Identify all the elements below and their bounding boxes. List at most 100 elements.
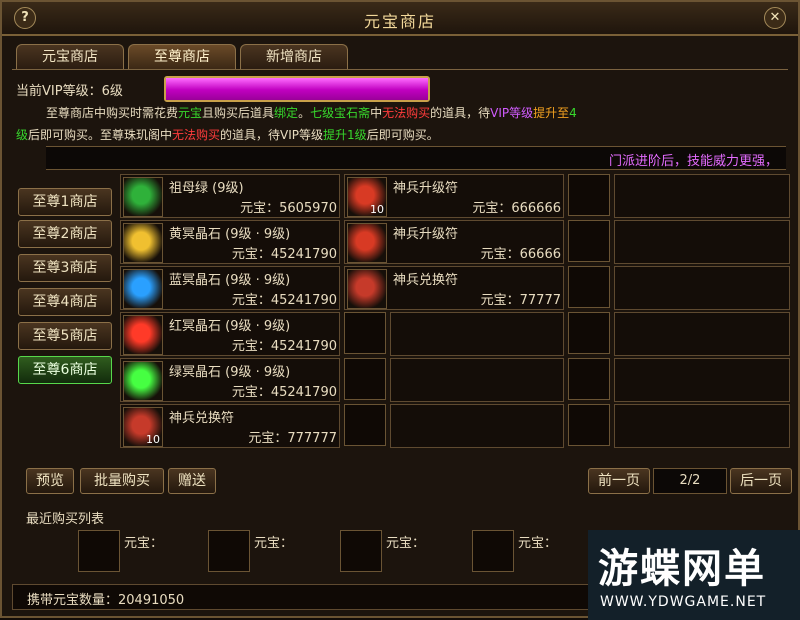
scroll-icon: 10 xyxy=(123,407,163,447)
vip-progress-fill xyxy=(166,78,428,100)
info-line-1: 至尊商店中购买时需花费元宝且购买后道具绑定。七级宝石斋中无法购买的道具，待VIP… xyxy=(46,104,577,121)
title-bar: ? 元宝商店 ✕ xyxy=(2,2,798,36)
green-crystal-icon xyxy=(123,361,163,401)
empty-item-area xyxy=(390,358,564,402)
flame-icon: 10 xyxy=(347,177,387,217)
scrolling-banner: 门派进阶后，技能威力更强， xyxy=(46,146,786,170)
empty-item-slot xyxy=(568,312,610,354)
bulk-buy-button[interactable]: 批量购买 xyxy=(80,468,164,494)
blue-crystal-icon xyxy=(123,269,163,309)
item-name: 绿冥晶石 (9级 · 9级) xyxy=(169,365,291,380)
gift-button[interactable]: 赠送 xyxy=(168,468,216,494)
item-card[interactable]: 绿冥晶石 (9级 · 9级) 元宝：45241790 xyxy=(120,358,340,402)
empty-item-slot xyxy=(344,404,386,446)
empty-item-slot xyxy=(568,404,610,446)
vip-level-label: 当前VIP等级：6级 xyxy=(16,84,123,99)
item-price: 元宝：45241790 xyxy=(231,247,337,262)
page-indicator: 2/2 xyxy=(653,468,727,494)
info-vip: VIP等级 xyxy=(490,106,534,120)
prev-page-button[interactable]: 前一页 xyxy=(588,468,650,494)
tab-yuanbao-shop[interactable]: 元宝商店 xyxy=(16,44,124,70)
empty-item-slot xyxy=(568,174,610,216)
item-card[interactable]: 神兵升级符元宝：66666 xyxy=(344,220,564,264)
info-text: 。 xyxy=(298,106,311,120)
empty-item-slot xyxy=(344,312,386,354)
next-page-button[interactable]: 后一页 xyxy=(730,468,792,494)
side-shop-5-button[interactable]: 至尊5商店 xyxy=(18,322,112,350)
item-card[interactable]: 祖母绿 (9级) 元宝：5605970 xyxy=(120,174,340,218)
tab-new-shop[interactable]: 新增商店 xyxy=(240,44,348,70)
side-shop-4-button[interactable]: 至尊4商店 xyxy=(18,288,112,316)
empty-item-slot xyxy=(568,220,610,262)
recent-item-slot xyxy=(340,530,382,572)
info-highlight: 4 xyxy=(569,106,577,120)
item-name: 神兵兑换符 xyxy=(169,411,235,426)
item-count: 10 xyxy=(370,203,384,216)
tab-supreme-shop[interactable]: 至尊商店 xyxy=(128,44,236,70)
recent-item-slot xyxy=(472,530,514,572)
empty-item-area xyxy=(614,358,790,402)
item-name: 神兵升级符 xyxy=(393,181,459,196)
info-text: 的道具，待VIP等级 xyxy=(220,128,324,142)
info-text: 后即可购买。至尊珠玑阁中 xyxy=(28,128,173,142)
info-highlight: 级 xyxy=(16,128,29,142)
empty-item-area xyxy=(614,312,790,356)
empty-item-area xyxy=(614,220,790,264)
side-shop-1-button[interactable]: 至尊1商店 xyxy=(18,188,112,216)
preview-button[interactable]: 预览 xyxy=(26,468,74,494)
yellow-crystal-icon xyxy=(123,223,163,263)
info-text: 至尊商店中购买时需花费 xyxy=(46,106,179,120)
item-name: 神兵升级符 xyxy=(393,227,459,242)
item-card[interactable]: 10 神兵升级符 元宝：666666 xyxy=(344,174,564,218)
item-price: 元宝：66666 xyxy=(480,247,561,262)
side-shop-6-button[interactable]: 至尊6商店 xyxy=(18,356,112,384)
empty-item-area xyxy=(390,404,564,448)
item-card[interactable]: 红冥晶石 (9级 · 9级) 元宝：45241790 xyxy=(120,312,340,356)
empty-item-slot xyxy=(568,358,610,400)
side-shop-2-button[interactable]: 至尊2商店 xyxy=(18,220,112,248)
banner-text: 门派进阶后，技能威力更强， xyxy=(608,154,778,169)
item-name: 蓝冥晶石 (9级 · 9级) xyxy=(169,273,291,288)
info-warning: 无法购买 xyxy=(172,128,221,142)
info-highlight: 七级宝石斋 xyxy=(310,106,371,120)
side-shop-3-button[interactable]: 至尊3商店 xyxy=(18,254,112,282)
recent-item-price: 元宝： xyxy=(254,536,294,551)
recent-item-price: 元宝： xyxy=(518,536,558,551)
flame-icon xyxy=(347,223,387,263)
item-card[interactable]: 黄冥晶石 (9级 · 9级) 元宝：45241790 xyxy=(120,220,340,264)
item-price: 元宝：77777 xyxy=(480,293,561,308)
info-text: 且购买后道具 xyxy=(202,106,275,120)
item-card[interactable]: 蓝冥晶石 (9级 · 9级) 元宝：45241790 xyxy=(120,266,340,310)
recent-purchases-title: 最近购买列表 xyxy=(26,512,105,527)
empty-item-slot xyxy=(344,358,386,400)
empty-item-area xyxy=(390,312,564,356)
info-highlight: 提升至 xyxy=(533,106,570,120)
item-name: 祖母绿 (9级) xyxy=(169,181,244,196)
info-line-2: 级后即可购买。至尊珠玑阁中无法购买的道具，待VIP等级提升1级后即可购买。 xyxy=(16,126,439,143)
item-price: 元宝：45241790 xyxy=(231,385,337,400)
info-highlight: 绑定 xyxy=(274,106,299,120)
balance-text: 携带元宝数量：20491050 xyxy=(27,593,185,608)
window-title: 元宝商店 xyxy=(363,12,436,31)
red-crystal-icon xyxy=(123,315,163,355)
watermark-logo: 游蝶网单 WWW.YDWGAME.NET xyxy=(588,530,800,620)
item-price: 元宝：666666 xyxy=(472,201,561,216)
item-name: 神兵兑换符 xyxy=(393,273,459,288)
recent-item-slot xyxy=(78,530,120,572)
recent-item-price: 元宝： xyxy=(124,536,164,551)
shop-window: ? 元宝商店 ✕ 元宝商店 至尊商店 新增商店 当前VIP等级：6级 至尊商店中… xyxy=(0,0,800,620)
item-price: 元宝：45241790 xyxy=(231,339,337,354)
item-card[interactable]: 神兵兑换符元宝：77777 xyxy=(344,266,564,310)
empty-item-slot xyxy=(568,266,610,308)
item-name: 黄冥晶石 (9级 · 9级) xyxy=(169,227,291,242)
empty-item-area xyxy=(614,174,790,218)
balance-bar: 携带元宝数量：20491050 xyxy=(12,584,594,610)
item-price: 元宝：777777 xyxy=(248,431,337,446)
vip-progress-bar xyxy=(164,76,430,102)
scroll-icon xyxy=(347,269,387,309)
item-count: 10 xyxy=(146,433,160,446)
close-button[interactable]: ✕ xyxy=(764,7,786,29)
item-card[interactable]: 10 神兵兑换符 元宝：777777 xyxy=(120,404,340,448)
info-text: 的道具，待 xyxy=(430,106,491,120)
empty-item-area xyxy=(614,404,790,448)
